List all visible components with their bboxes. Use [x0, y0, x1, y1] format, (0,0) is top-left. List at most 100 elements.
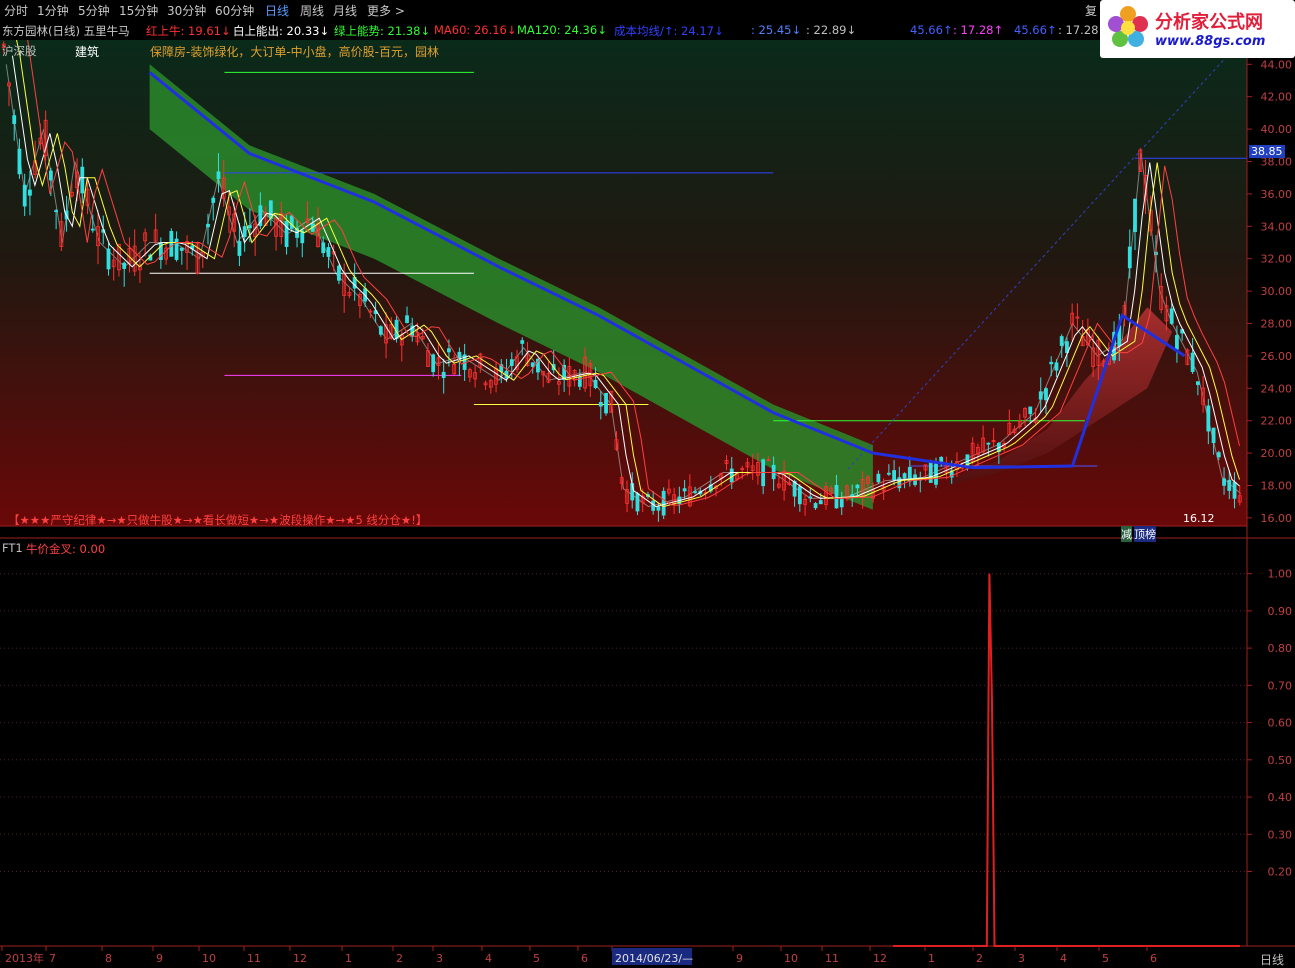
period-tab[interactable]: 30分钟 — [167, 2, 206, 19]
indicator-value: : 25.45↓ — [751, 23, 802, 37]
x-tick-label: 11 — [825, 952, 839, 965]
candle-body — [80, 166, 85, 194]
candle-body — [1195, 381, 1200, 385]
period-tab[interactable]: 60分钟 — [215, 2, 254, 19]
indicator-value: 绿上能势: 21.38↓ — [334, 24, 431, 38]
candle-body — [1028, 406, 1033, 415]
x-tick-label: 9 — [736, 952, 743, 965]
candle-body — [509, 359, 514, 366]
y-tick-label: 26.00 — [1261, 350, 1293, 363]
candle-body — [986, 442, 991, 445]
y-tick-label: 28.00 — [1261, 318, 1293, 331]
candle-body — [378, 326, 383, 335]
candle-body — [771, 464, 776, 480]
x-tick-label: 2014/06/23/— — [615, 952, 693, 965]
indicator-value: 45.66↑ — [1014, 23, 1057, 37]
candle-body — [693, 491, 697, 494]
x-tick-label: 8 — [105, 952, 112, 965]
low-price-note: 16.12 — [1183, 512, 1215, 525]
x-tick-label: 10 — [202, 952, 216, 965]
candle-body — [242, 226, 247, 238]
site-logo: 分析家公式网 www.88gs.com — [1100, 0, 1295, 58]
x-tick-label: 9 — [156, 952, 163, 965]
x-tick-label: 12 — [293, 952, 307, 965]
candle-body — [656, 506, 661, 511]
candle-body — [179, 247, 184, 251]
bottom-tag: 减 — [1121, 526, 1132, 542]
candle-body — [237, 241, 242, 256]
candle-body — [839, 498, 844, 508]
candle-body — [813, 503, 818, 509]
candle-body — [441, 371, 446, 379]
candle-body — [326, 247, 331, 257]
x-tick-label: 5 — [1102, 952, 1109, 965]
candle-body — [1127, 246, 1132, 269]
candle-body — [17, 148, 22, 175]
x-tick-label: 3 — [1018, 952, 1025, 965]
y-tick-label: 32.00 — [1261, 253, 1293, 266]
candle-body — [1216, 452, 1221, 458]
y-tick-label: 16.00 — [1261, 512, 1293, 525]
candle-body — [792, 480, 797, 497]
candle-body — [106, 248, 111, 270]
candle-body — [12, 115, 17, 124]
candle-body — [1222, 478, 1226, 486]
period-tab[interactable]: 月线 — [333, 2, 357, 19]
sub-y-tick-label: 0.90 — [1268, 605, 1293, 618]
x-tick-label: 4 — [1060, 952, 1067, 965]
candle-body — [1190, 352, 1195, 372]
candle-body — [593, 379, 598, 389]
candle-body — [1059, 336, 1064, 346]
x-tick-label: 5 — [533, 952, 540, 965]
period-tab-active[interactable]: 日线 — [265, 2, 289, 19]
sub-y-tick-label: 0.80 — [1268, 642, 1293, 655]
x-tick-label: 3 — [436, 952, 443, 965]
candle-body — [855, 484, 860, 489]
candle-body — [682, 488, 687, 492]
indicator-value: MA60: 26.16↓ — [434, 23, 517, 37]
period-tab[interactable]: 5分钟 — [78, 2, 110, 19]
candle-body — [247, 225, 252, 229]
logo-title: 分析家公式网 — [1155, 12, 1263, 33]
candle-body — [321, 242, 326, 254]
period-tab[interactable]: 1分钟 — [37, 2, 69, 19]
candle-body — [892, 470, 896, 481]
candle-body — [1044, 388, 1048, 401]
sub-y-tick-label: 0.40 — [1268, 791, 1293, 804]
indicator-value: 成本均线/↑: 24.17↓ — [614, 24, 724, 38]
candle-body — [902, 473, 907, 479]
candle-body — [28, 189, 32, 196]
candle-body — [22, 184, 27, 207]
candle-body — [268, 200, 273, 219]
candle-body — [337, 265, 341, 281]
x-tick-label: 12 — [873, 952, 887, 965]
industry-label: 建筑 — [75, 45, 100, 59]
x-tick-label: 6 — [581, 952, 588, 965]
y-tick-label: 36.00 — [1261, 188, 1293, 201]
period-tab[interactable]: 周线 — [300, 2, 324, 19]
x-tick-label: 2013年 — [5, 951, 44, 965]
period-tab[interactable]: 15分钟 — [119, 2, 158, 19]
x-tick-label: 1 — [345, 952, 352, 965]
period-tab[interactable]: 分时 — [4, 2, 28, 19]
toolbar-right-button[interactable]: 复 — [1085, 2, 1097, 19]
indicator-value: : 17.28 — [1058, 23, 1099, 37]
x-tick-label: 2 — [976, 952, 983, 965]
indicator-value: 45.66↑ — [910, 23, 953, 37]
indicator-value: 红上牛: 19.61↓ — [146, 24, 231, 38]
logo-url: www.88gs.com — [1155, 34, 1266, 49]
chart-canvas: 0.20 0.30 0.40 0.50 0.60 0.70 0.80 0.90 1.00 16.… — [0, 20, 1295, 965]
sub-y-tick-label: 1.00 — [1268, 568, 1293, 581]
indicator-value: : 17.28↑ — [953, 23, 1004, 37]
sub-y-tick-label: 0.50 — [1268, 754, 1293, 767]
candle-body — [90, 228, 95, 231]
concept-label: 保障房-装饰绿化，大订单-中小盘，高价股-百元，园林 — [150, 45, 439, 59]
sub-y-tick-label: 0.30 — [1268, 828, 1293, 841]
y-tick-label: 44.00 — [1261, 58, 1293, 71]
candle-body — [1038, 391, 1043, 400]
candle-body — [1206, 405, 1211, 432]
current-price-tag: 38.85 — [1249, 145, 1285, 158]
x-tick-label: 2 — [396, 952, 403, 965]
period-tab-more[interactable]: 更多 > — [367, 2, 405, 19]
candle-body — [1049, 361, 1054, 365]
